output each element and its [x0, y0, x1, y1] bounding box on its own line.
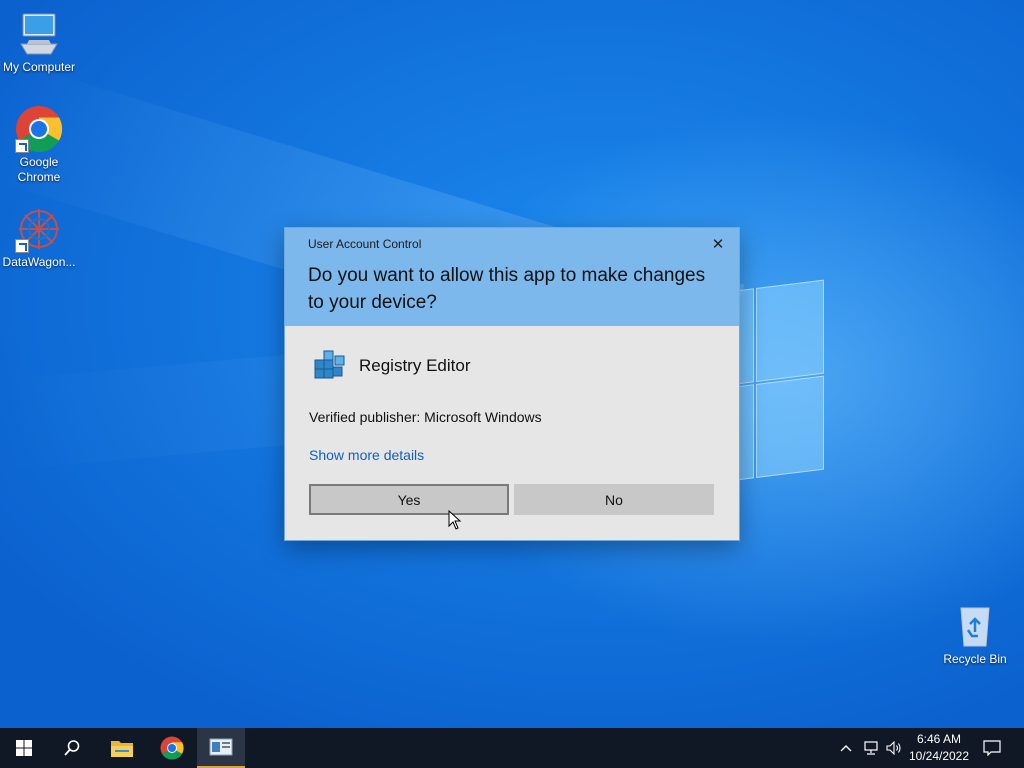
mouse-cursor-icon — [448, 509, 462, 535]
show-hidden-icons[interactable] — [836, 728, 856, 768]
desktop-icon-recycle-bin[interactable]: Recycle Bin — [936, 602, 1014, 667]
notifications-icon — [983, 740, 1001, 756]
yes-button[interactable]: Yes — [309, 484, 509, 515]
desktop-icon-my-computer[interactable]: My Computer — [0, 10, 78, 75]
chrome-icon — [15, 105, 63, 153]
dialog-title: User Account Control — [308, 237, 422, 251]
desktop-icon-label: DataWagon... — [2, 255, 76, 269]
taskbar: 6:46 AM 10/24/2022 — [0, 728, 1024, 768]
chrome-icon — [160, 736, 184, 760]
no-button[interactable]: No — [514, 484, 714, 515]
desktop-icon-label: Google Chrome — [17, 155, 61, 184]
shortcut-arrow-icon — [15, 139, 29, 153]
shortcut-arrow-icon — [15, 239, 29, 253]
network-icon — [864, 741, 878, 755]
recycle-bin-icon — [951, 602, 999, 650]
network-button[interactable] — [860, 728, 882, 768]
desktop-icon-datawagon[interactable]: DataWagon... — [0, 205, 78, 270]
uac-question: Do you want to allow this app to make ch… — [308, 265, 706, 313]
volume-button[interactable] — [883, 728, 905, 768]
active-app-button[interactable] — [197, 728, 245, 768]
file-explorer-button[interactable] — [98, 728, 146, 768]
desktop-icon-label: Recycle Bin — [943, 652, 1007, 666]
clock-date: 10/24/2022 — [908, 749, 970, 763]
notifications-button[interactable] — [978, 728, 1006, 768]
chrome-taskbar-button[interactable] — [148, 728, 196, 768]
computer-icon — [15, 10, 63, 58]
start-button[interactable] — [0, 728, 48, 768]
active-app-icon — [209, 738, 233, 756]
chevron-up-icon — [840, 745, 852, 752]
app-name: Registry Editor — [359, 356, 471, 375]
desktop-icon-label: My Computer — [2, 60, 76, 74]
volume-icon — [886, 741, 901, 755]
clock[interactable]: 6:46 AM 10/24/2022 — [906, 731, 972, 765]
clock-time: 6:46 AM — [916, 732, 962, 746]
app-info: Registry Editor — [311, 346, 470, 386]
desktop-icon-google-chrome[interactable]: Google Chrome — [0, 105, 78, 185]
uac-header: User Account Control ✕ Do you want to al… — [285, 228, 739, 326]
show-more-details-link[interactable]: Show more details — [309, 447, 424, 463]
search-button[interactable] — [48, 728, 96, 768]
uac-dialog: User Account Control ✕ Do you want to al… — [285, 228, 739, 540]
publisher-text: Verified publisher: Microsoft Windows — [309, 409, 542, 425]
windows-start-icon — [16, 740, 32, 756]
search-icon — [64, 740, 80, 756]
datawagon-icon — [15, 205, 63, 253]
registry-editor-icon — [311, 346, 347, 387]
file-explorer-icon — [111, 741, 133, 757]
close-icon[interactable]: ✕ — [707, 234, 729, 256]
